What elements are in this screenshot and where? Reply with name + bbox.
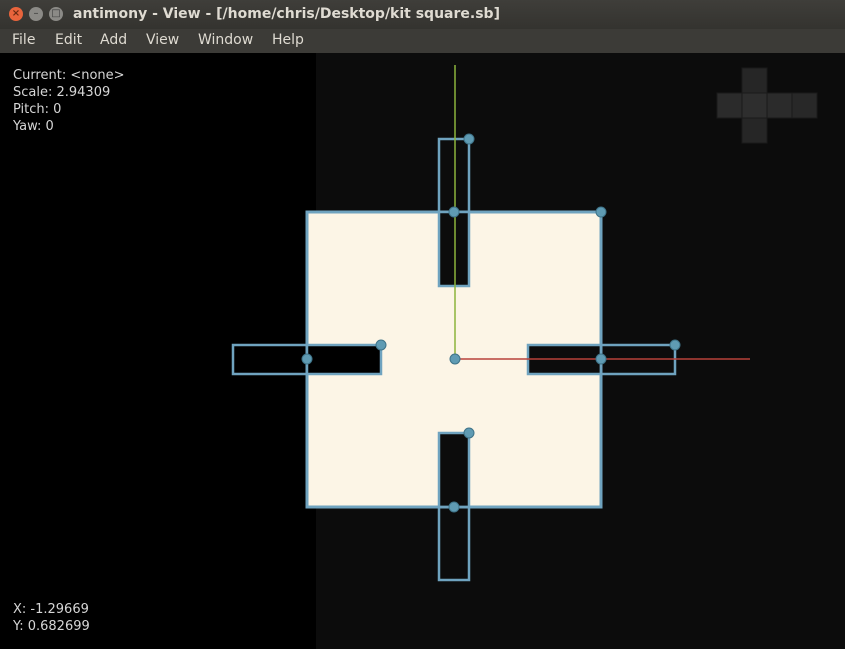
- close-icon[interactable]: ×: [9, 7, 23, 21]
- window-title: antimony - View - [/home/chris/Desktop/k…: [73, 6, 500, 22]
- scale-label: Scale: 2.94309: [13, 85, 111, 100]
- pitch-label: Pitch: 0: [13, 102, 62, 117]
- bar-bottom-outside[interactable]: [437, 505, 471, 582]
- current-label: Current: <none>: [13, 68, 125, 83]
- handle-point[interactable]: [449, 353, 461, 365]
- menu-edit[interactable]: Edit: [55, 32, 82, 48]
- handle-point[interactable]: [463, 133, 475, 145]
- cursor-x-label: X: -1.29669: [13, 602, 89, 617]
- bar-left-outside[interactable]: [231, 343, 309, 376]
- bar-bottom-inside[interactable]: [437, 431, 471, 509]
- handle-point[interactable]: [375, 339, 387, 351]
- handle-point[interactable]: [463, 427, 475, 439]
- handle-point[interactable]: [301, 353, 313, 365]
- menu-view[interactable]: View: [146, 32, 179, 48]
- bar-top-outside[interactable]: [437, 137, 471, 214]
- maximize-icon[interactable]: □: [49, 7, 63, 21]
- handle-point[interactable]: [595, 353, 607, 365]
- view-info: Current: <none> Scale: 2.94309 Pitch: 0 …: [13, 67, 125, 135]
- menu-bar: File Edit Add View Window Help: [0, 29, 845, 53]
- menu-window[interactable]: Window: [198, 32, 253, 48]
- scene: [231, 65, 818, 582]
- cursor-coordinates: X: -1.29669 Y: 0.682699: [13, 601, 90, 635]
- cursor-y-label: Y: 0.682699: [13, 619, 90, 634]
- handle-point[interactable]: [448, 206, 460, 218]
- menu-add[interactable]: Add: [100, 32, 127, 48]
- menu-file[interactable]: File: [12, 32, 35, 48]
- minimize-icon[interactable]: –: [29, 7, 43, 21]
- bar-left-inside[interactable]: [305, 343, 383, 376]
- handle-point[interactable]: [669, 339, 681, 351]
- bar-top-inside[interactable]: [437, 210, 471, 288]
- menu-help[interactable]: Help: [272, 32, 304, 48]
- yaw-label: Yaw: 0: [13, 119, 54, 134]
- handle-point[interactable]: [448, 501, 460, 513]
- title-bar: × – □ antimony - View - [/home/chris/Des…: [0, 0, 845, 29]
- view-cube-icon[interactable]: [716, 67, 818, 144]
- handle-point[interactable]: [595, 206, 607, 218]
- viewport-canvas[interactable]: Current: <none> Scale: 2.94309 Pitch: 0 …: [0, 53, 845, 649]
